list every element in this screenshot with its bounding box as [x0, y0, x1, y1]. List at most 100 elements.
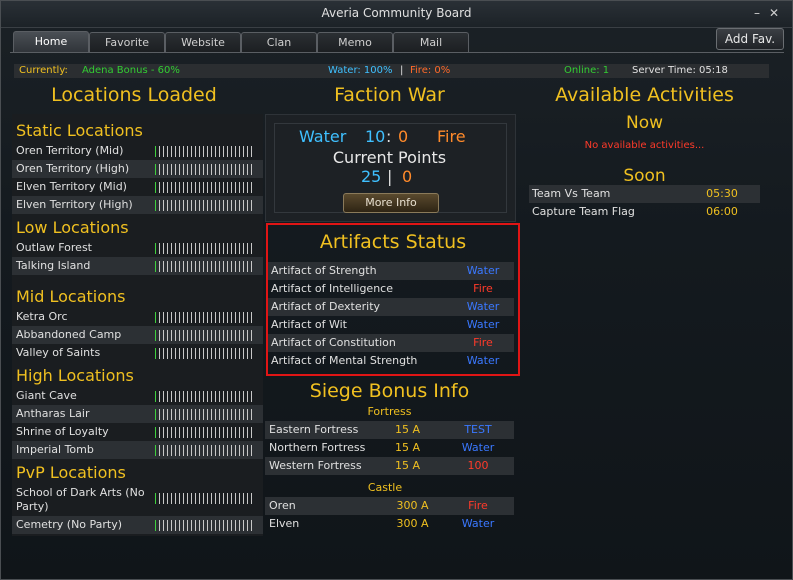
load-segment: [251, 200, 252, 211]
load-segment: [195, 409, 196, 420]
window-title: Averia Community Board: [321, 6, 472, 20]
location-row[interactable]: Valley of Saints: [12, 344, 263, 362]
load-segment: [231, 200, 232, 211]
location-row[interactable]: Cemetry (No Party): [12, 516, 263, 534]
tab-clan[interactable]: Clan: [241, 32, 317, 52]
load-segment: [199, 391, 200, 402]
location-row[interactable]: Abbandoned Camp: [12, 326, 263, 344]
add-favorite-button[interactable]: Add Fav.: [716, 28, 784, 50]
load-segment: [183, 409, 184, 420]
load-segment: [207, 330, 208, 341]
location-name: Abbandoned Camp: [16, 328, 122, 341]
artifact-row: Artifact of Mental Strength Water: [268, 352, 514, 370]
load-segment: [235, 182, 236, 193]
load-segment: [247, 445, 248, 456]
load-segment: [239, 330, 240, 341]
load-segment: [231, 348, 232, 359]
tab-website[interactable]: Website: [165, 32, 241, 52]
load-segment: [247, 164, 248, 175]
location-row[interactable]: Talking Island: [12, 257, 263, 275]
location-load-bar: [155, 261, 255, 272]
load-segment: [239, 409, 240, 420]
activity-row[interactable]: Capture Team Flag 06:00: [529, 203, 760, 221]
location-row[interactable]: Elven Territory (Mid): [12, 178, 263, 196]
load-segment: [227, 493, 228, 504]
tab-mail[interactable]: Mail: [393, 32, 469, 52]
load-segment: [175, 261, 176, 272]
load-segment: [187, 164, 188, 175]
location-load-bar: [155, 182, 255, 193]
load-segment: [247, 182, 248, 193]
location-row[interactable]: Oren Territory (High): [12, 160, 263, 178]
load-segment: [223, 146, 224, 157]
load-segment: [163, 409, 164, 420]
tab-memo[interactable]: Memo: [317, 32, 393, 52]
load-segment: [167, 182, 168, 193]
load-segment: [199, 146, 200, 157]
minimize-icon[interactable]: –: [751, 7, 763, 19]
online-count: Online: 1: [564, 65, 610, 76]
load-segment: [187, 409, 188, 420]
group-title-static: Static Locations: [16, 121, 143, 140]
castle-amount: 300 A: [396, 517, 429, 530]
load-segment: [231, 391, 232, 402]
load-segment: [199, 348, 200, 359]
load-segment: [163, 261, 164, 272]
load-segment: [231, 409, 232, 420]
artifact-row: Artifact of Strength Water: [268, 262, 514, 280]
load-segment: [203, 312, 204, 323]
location-load-bar: [155, 348, 255, 359]
location-row[interactable]: Imperial Tomb: [12, 441, 263, 459]
location-row[interactable]: Ketra Orc: [12, 308, 263, 326]
location-row[interactable]: Oren Territory (Mid): [12, 142, 263, 160]
location-row[interactable]: Antharas Lair: [12, 405, 263, 423]
location-row[interactable]: Outlaw Forest: [12, 239, 263, 257]
load-segment: [199, 330, 200, 341]
load-segment: [175, 348, 176, 359]
load-segment: [223, 164, 224, 175]
location-name: Shrine of Loyalty: [16, 425, 109, 438]
load-segment: [223, 182, 224, 193]
load-segment: [159, 182, 160, 193]
location-row[interactable]: Elven Territory (High): [12, 196, 263, 214]
load-segment: [175, 493, 176, 504]
load-segment: [215, 493, 216, 504]
location-row[interactable]: Shrine of Loyalty: [12, 423, 263, 441]
load-segment: [195, 445, 196, 456]
load-segment: [195, 391, 196, 402]
close-icon[interactable]: ✕: [768, 7, 780, 19]
water-percent: Water: 100%: [328, 65, 393, 76]
load-segment: [235, 261, 236, 272]
more-info-button[interactable]: More Info: [343, 193, 439, 213]
load-segment: [183, 348, 184, 359]
tab-home[interactable]: Home: [13, 31, 89, 53]
load-segment: [175, 520, 176, 531]
load-segment: [247, 146, 248, 157]
points-divider: |: [387, 167, 393, 186]
load-segment: [155, 200, 156, 211]
load-segment: [203, 445, 204, 456]
fortress-amount: 15 A: [394, 423, 421, 436]
load-segment: [247, 409, 248, 420]
tab-favorite[interactable]: Favorite: [89, 32, 165, 52]
load-segment: [219, 261, 220, 272]
location-row[interactable]: Giant Cave: [12, 387, 263, 405]
load-segment: [183, 427, 184, 438]
activity-row[interactable]: Team Vs Team 05:30: [529, 185, 760, 203]
location-load-bar: [155, 391, 255, 402]
load-segment: [159, 243, 160, 254]
load-segment: [167, 445, 168, 456]
load-segment: [239, 182, 240, 193]
load-segment: [191, 164, 192, 175]
location-load-bar: [155, 312, 255, 323]
load-segment: [167, 409, 168, 420]
load-segment: [223, 261, 224, 272]
location-row[interactable]: School of Dark Arts (No Party): [12, 484, 263, 514]
load-segment: [187, 261, 188, 272]
location-load-bar: [155, 445, 255, 456]
load-segment: [251, 182, 252, 193]
title-bar[interactable]: Averia Community Board – ✕: [1, 1, 792, 28]
load-segment: [227, 427, 228, 438]
load-segment: [223, 200, 224, 211]
load-segment: [211, 312, 212, 323]
